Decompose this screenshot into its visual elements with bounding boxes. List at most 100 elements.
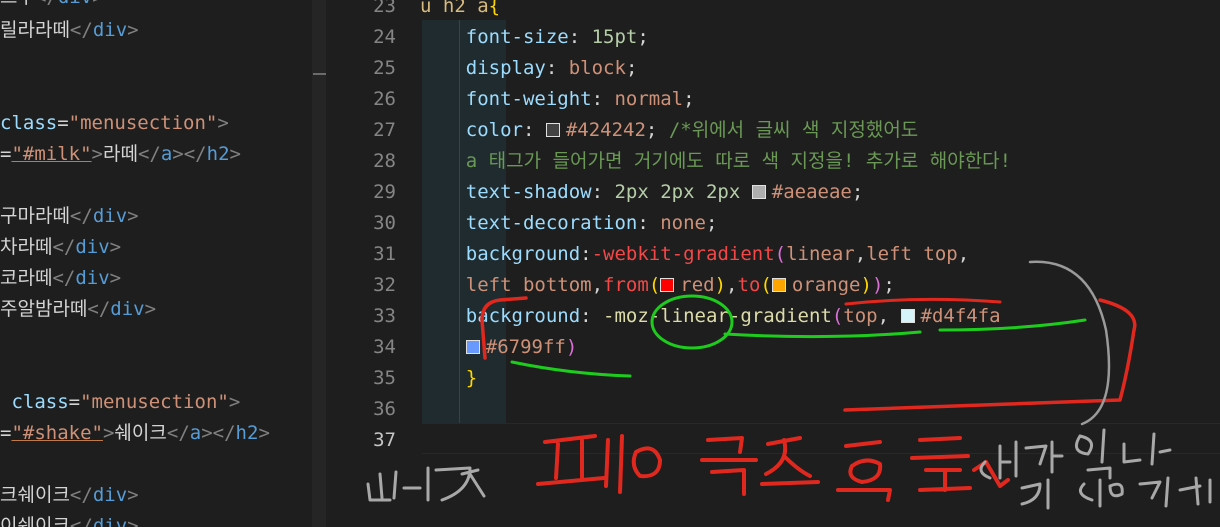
code-line[interactable]: background: -moz-linear-gradient(top, #d… — [420, 301, 1001, 332]
code-token: , — [854, 243, 867, 265]
code-line[interactable]: color: #424242; /*위에서 글씨 색 지정했어도 — [420, 115, 919, 146]
code-line[interactable]: 주알밤라떼</div> — [0, 294, 156, 325]
code-token: ) — [860, 274, 872, 296]
code-line[interactable]: 구마라떼</div> — [0, 201, 139, 232]
code-token: ; — [625, 57, 638, 79]
code-token: , — [957, 243, 970, 265]
code-token: display — [420, 57, 546, 79]
code-token: div — [58, 0, 92, 8]
code-token: ></ — [172, 143, 207, 165]
code-line[interactable]: class="menusection"> — [0, 108, 229, 139]
code-token: a — [189, 422, 202, 444]
code-token: > — [109, 267, 122, 289]
code-token: { — [488, 0, 501, 17]
code-line[interactable]: 크누</div> — [0, 0, 104, 13]
code-token: ></ — [201, 422, 236, 444]
code-token: : — [591, 88, 615, 110]
code-token: class — [0, 112, 58, 134]
code-token: , — [591, 274, 604, 296]
color-swatch[interactable] — [771, 278, 786, 292]
code-line[interactable]: font-weight: normal; — [420, 84, 695, 115]
code-line[interactable]: font-size: 15pt; — [420, 22, 649, 53]
code-line[interactable]: ="#milk">라떼</a></h2> — [0, 139, 241, 170]
line-number: 27 — [373, 119, 396, 141]
code-token: ; — [883, 274, 895, 296]
line-number: 25 — [373, 57, 396, 79]
code-token: : — [568, 26, 592, 48]
code-token: 2px 2px 2px — [614, 181, 752, 203]
code-token: : — [545, 57, 569, 79]
code-line[interactable]: ="#shake">쉐이크</a></h2> — [0, 418, 270, 449]
code-token: ; — [706, 212, 718, 234]
line-number: 31 — [373, 243, 396, 265]
left-editor-pane[interactable]: 크누</div>릴라라떼</div>class="menusection">="… — [0, 0, 312, 527]
color-swatch[interactable] — [465, 340, 480, 354]
line-number: 29 — [373, 181, 396, 203]
code-line[interactable]: 코라떼</div> — [0, 263, 121, 294]
code-token: #aeaeae — [771, 181, 852, 203]
code-token: : — [522, 119, 546, 141]
pane-divider[interactable] — [312, 0, 326, 527]
color-swatch[interactable] — [545, 123, 560, 137]
code-token: text-decoration — [420, 212, 638, 234]
code-token: top — [843, 305, 878, 327]
code-token: font-weight — [420, 88, 592, 110]
code-token: h2 — [235, 422, 259, 444]
color-swatch[interactable] — [660, 278, 675, 292]
code-line[interactable]: } — [420, 363, 477, 394]
code-token: "menusection" — [80, 391, 229, 413]
code-token: 차라떼 — [0, 236, 53, 258]
code-token: div — [92, 19, 128, 41]
scrollbar-thumb[interactable] — [313, 73, 326, 75]
right-editor-pane[interactable]: 23 u h2 a{ 24 font-size: 15pt; 25 display: … — [326, 0, 1220, 527]
code-token: </ — [35, 0, 58, 8]
code-token: block — [568, 57, 626, 79]
line-number: 28 — [373, 150, 396, 172]
code-line[interactable]: u h2 a{ — [420, 0, 500, 22]
code-token: 릴라라떼 — [0, 19, 70, 41]
line-number: 24 — [373, 26, 396, 48]
editor-screenshot: 크누</div>릴라라떼</div>class="menusection">="… — [0, 0, 1220, 527]
color-swatch[interactable] — [900, 309, 915, 323]
code-token: #6799ff — [485, 336, 566, 358]
code-token: ; — [637, 26, 649, 48]
code-token: -webkit-gradient — [591, 243, 775, 265]
code-token: , — [877, 305, 901, 327]
code-line[interactable]: 이쉐이크</div> — [0, 511, 139, 527]
code-line[interactable]: text-decoration: none; — [420, 208, 718, 239]
code-token: #d4f4fa — [920, 305, 1001, 327]
code-token: font-size — [420, 26, 569, 48]
code-token: > — [102, 422, 115, 444]
code-token: "#shake" — [11, 422, 103, 444]
code-line[interactable]: background:-webkit-gradient(linear,left … — [420, 239, 969, 270]
code-token: 15pt — [591, 26, 638, 48]
line-number: 23 — [373, 0, 396, 17]
code-token: > — [91, 143, 103, 165]
code-token: normal — [614, 88, 684, 110]
code-token: linear — [786, 243, 855, 265]
code-token: left bottom — [420, 274, 592, 296]
code-line[interactable]: display: block; — [420, 53, 638, 84]
line-number: 30 — [373, 212, 396, 234]
code-line[interactable]: a 태그가 들어가면 거기에도 따로 색 지정을! 추가로 해야한다! — [420, 146, 1011, 177]
code-line[interactable]: #6799ff) — [420, 332, 577, 363]
code-token: #424242 — [565, 119, 646, 141]
code-line[interactable]: left bottom,from(red),to(orange)); — [420, 270, 895, 301]
code-token: > — [228, 391, 241, 413]
color-swatch[interactable] — [751, 185, 766, 199]
code-token: : — [637, 212, 661, 234]
code-token: a 태그가 들어가면 거기에도 따로 색 지정을! 추가로 해야한다! — [420, 150, 1012, 172]
code-token: div — [75, 267, 110, 289]
code-token: color — [420, 119, 523, 141]
code-line[interactable]: class="menusection"> — [0, 387, 240, 418]
code-token: </ — [52, 236, 76, 258]
code-token: ) — [871, 274, 884, 296]
current-line-highlight — [422, 423, 1220, 454]
code-token: class — [11, 391, 69, 413]
code-line[interactable]: 차라떼</div> — [0, 232, 121, 263]
code-token: 주알밤라떼 — [0, 298, 88, 320]
code-token: </ — [166, 422, 190, 444]
code-line[interactable]: text-shadow: 2px 2px 2px #aeaeae; — [420, 177, 864, 208]
code-line[interactable]: 크쉐이크</div> — [0, 480, 139, 511]
code-line[interactable]: 릴라라떼</div> — [0, 15, 139, 46]
